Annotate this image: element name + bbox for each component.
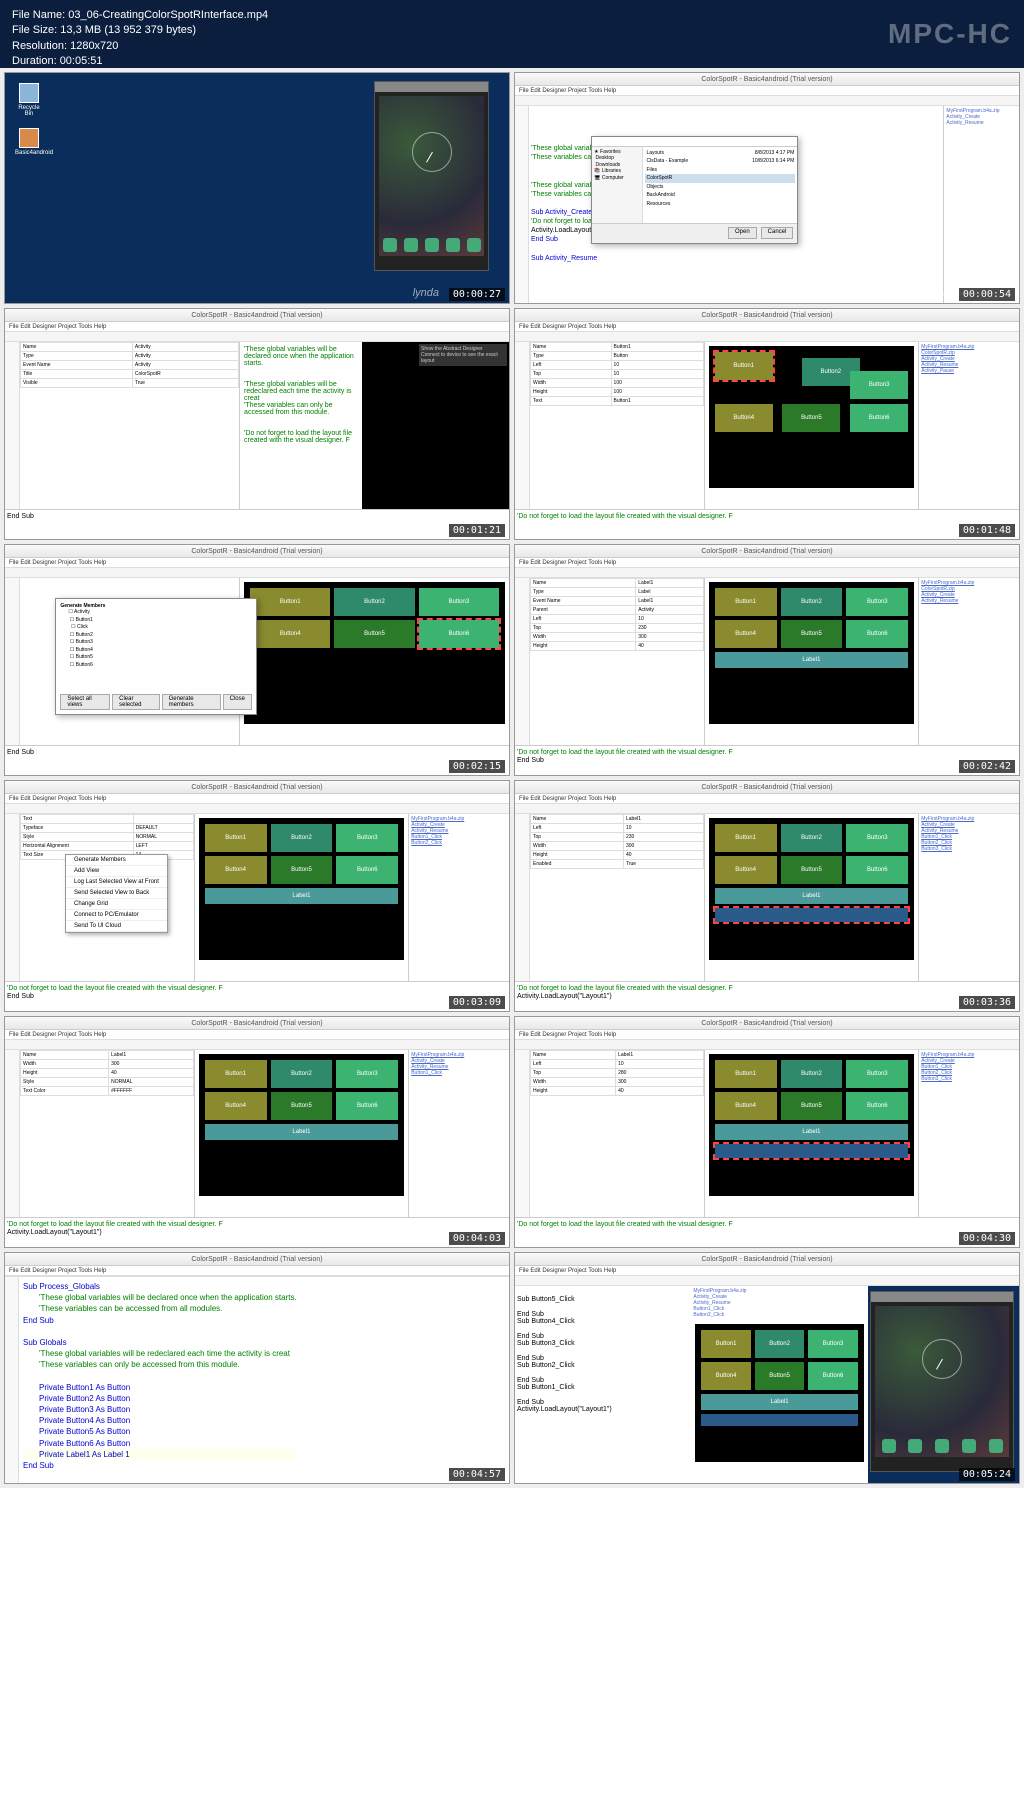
window-titlebar: ColorSpotR - Basic4android (Trial versio… [515, 73, 1019, 86]
file-list: Layouts8/8/2013 4:17 PM ClsData - Exampl… [643, 147, 797, 223]
ctx-generate-members[interactable]: Generate Members [66, 855, 167, 866]
button6[interactable]: Button6 [850, 404, 908, 432]
generate-button[interactable]: Generate members [162, 694, 221, 710]
timestamp: 00:00:27 [449, 288, 505, 301]
line-gutter [515, 106, 529, 303]
recycle-bin-icon: Recycle Bin [15, 83, 43, 117]
thumbnail-7[interactable]: ColorSpotR - Basic4android (Trial versio… [4, 780, 510, 1012]
menubar: File Edit Designer Project Tools Help [515, 86, 1019, 96]
open-button[interactable]: Open [728, 227, 757, 239]
code-editor: 'These global variables will be declared… [529, 106, 943, 303]
button4[interactable]: Button4 [715, 404, 773, 432]
thumbnail-2[interactable]: ColorSpotR - Basic4android (Trial versio… [514, 72, 1020, 304]
resolution-label: Resolution: 1280x720 [12, 39, 1012, 54]
properties-panel: NameLabel1 TypeLabel Event NameLabel1 Pa… [530, 578, 705, 745]
code-snippet: 'These global variables will be declared… [240, 342, 362, 509]
android-emulator [868, 1286, 1019, 1483]
code-editor: Sub Button5_Click End Sub Sub Button4_Cl… [515, 1286, 691, 1483]
watermark: lynda [413, 287, 439, 299]
android-emulator [374, 81, 489, 271]
dialog-nav-pane: ★ Favorites Desktop Downloads📚 Libraries… [592, 147, 643, 223]
properties-panel: NameButton1 TypeButton Left10 Top10 Widt… [530, 342, 705, 509]
cancel-button[interactable]: Cancel [761, 227, 794, 239]
clock-widget [412, 132, 452, 172]
thumbnail-6[interactable]: ColorSpotR - Basic4android (Trial versio… [514, 544, 1020, 776]
filesize-label: File Size: 13,3 MB (13 952 379 bytes) [12, 23, 1012, 38]
ctx-send-cloud[interactable]: Send To UI Cloud [66, 921, 167, 932]
ctx-send-back[interactable]: Send Selected View to Back [66, 888, 167, 899]
context-menu[interactable]: Generate Members Add View Log Last Selec… [65, 854, 168, 933]
ctx-log-view[interactable]: Log Last Selected View at Front [66, 877, 167, 888]
toolbar [515, 96, 1019, 106]
filename-label: File Name: 03_06-CreatingColorSpotRInter… [12, 8, 1012, 23]
emulator-nav [379, 238, 484, 252]
windows-desktop: Recycle Bin Basic4android [5, 73, 509, 303]
thumbnail-grid: Recycle Bin Basic4android lynda 00:00:27… [0, 68, 1024, 1488]
properties-panel: NameActivity TypeActivity Event NameActi… [20, 342, 240, 509]
thumbnail-11[interactable]: ColorSpotR - Basic4android (Trial versio… [4, 1252, 510, 1484]
close-button[interactable]: Close [223, 694, 252, 710]
mpc-hc-logo: MPC-HC [888, 18, 1012, 50]
ctx-connect[interactable]: Connect to PC/Emulator [66, 910, 167, 921]
b4a-icon: Basic4android [15, 128, 43, 156]
select-all-button[interactable]: Select all views [60, 694, 110, 710]
timestamp: 00:00:54 [959, 288, 1015, 301]
modules-panel: MyFirstProgram.b4a.zipColorSpotR.zipActi… [918, 342, 1019, 509]
button3[interactable]: Button3 [850, 371, 908, 399]
modules-panel: MyFirstProgram.b4a.zip Activity_Create A… [943, 106, 1019, 303]
thumbnail-8[interactable]: ColorSpotR - Basic4android (Trial versio… [514, 780, 1020, 1012]
label1[interactable]: Label1 [715, 652, 909, 668]
generate-members-dialog: Generate Members ☐ Activity ☐ Button1 ☐ … [55, 598, 257, 715]
button1[interactable]: Button1 [715, 352, 773, 380]
thumbnail-4[interactable]: ColorSpotR - Basic4android (Trial versio… [514, 308, 1020, 540]
thumbnail-10[interactable]: ColorSpotR - Basic4android (Trial versio… [514, 1016, 1020, 1248]
thumbnail-12[interactable]: ColorSpotR - Basic4android (Trial versio… [514, 1252, 1020, 1484]
clear-button[interactable]: Clear selected [112, 694, 159, 710]
ctx-change-grid[interactable]: Change Grid [66, 899, 167, 910]
file-open-dialog: ★ Favorites Desktop Downloads📚 Libraries… [591, 136, 798, 244]
file-info-header: File Name: 03_06-CreatingColorSpotRInter… [0, 0, 1024, 68]
thumbnail-9[interactable]: ColorSpotR - Basic4android (Trial versio… [4, 1016, 510, 1248]
design-surface: Button1 Button2 Button3 Button4 Button5 … [709, 346, 915, 488]
ctx-add-view[interactable]: Add View [66, 866, 167, 877]
thumbnail-1[interactable]: Recycle Bin Basic4android lynda 00:00:27 [4, 72, 510, 304]
code-editor: Sub Process_Globals 'These global variab… [19, 1277, 301, 1484]
button5[interactable]: Button5 [782, 404, 840, 432]
duration-label: Duration: 00:05:51 [12, 54, 1012, 69]
emulator-screen [379, 96, 484, 256]
thumbnail-3[interactable]: ColorSpotR - Basic4android (Trial versio… [4, 308, 510, 540]
thumbnail-5[interactable]: ColorSpotR - Basic4android (Trial versio… [4, 544, 510, 776]
abstract-designer: Show the Abstract DesignerConnect to dev… [362, 342, 509, 509]
